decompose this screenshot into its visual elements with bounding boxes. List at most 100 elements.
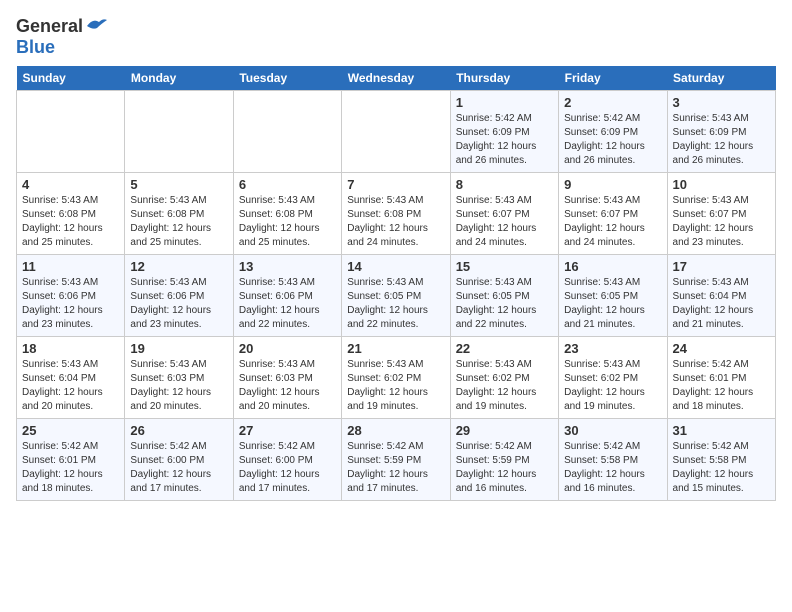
day-detail: Sunrise: 5:43 AMSunset: 6:08 PMDaylight:… bbox=[347, 194, 444, 250]
day-number: 9 bbox=[564, 177, 661, 192]
calendar-cell-2-7: 10 Sunrise: 5:43 AMSunset: 6:07 PMDayligh… bbox=[667, 173, 775, 255]
calendar-cell-1-5: 1Sunrise: 5:42 AMSunset: 6:09 PMDaylight… bbox=[450, 91, 558, 173]
calendar-cell-4-7: 24 Sunrise: 5:42 AMSunset: 6:01 PMDayligh… bbox=[667, 337, 775, 419]
day-detail: Sunrise: 5:42 AMSunset: 5:59 PMDaylight:… bbox=[347, 440, 444, 496]
day-number: 2 bbox=[564, 95, 661, 110]
day-number: 31 bbox=[673, 423, 770, 438]
day-number: 7 bbox=[347, 177, 444, 192]
calendar-cell-2-1: 4 Sunrise: 5:43 AMSunset: 6:08 PMDaylight… bbox=[17, 173, 125, 255]
calendar-cell-3-3: 13 Sunrise: 5:43 AMSunset: 6:06 PMDayligh… bbox=[233, 255, 341, 337]
logo-blue-text: Blue bbox=[16, 37, 55, 57]
day-number: 4 bbox=[22, 177, 119, 192]
weekday-header-saturday: Saturday bbox=[667, 66, 775, 91]
logo-general-text: General bbox=[16, 16, 83, 37]
day-number: 19 bbox=[130, 341, 227, 356]
day-detail: Sunrise: 5:43 AMSunset: 6:04 PMDaylight:… bbox=[673, 276, 770, 332]
weekday-header-tuesday: Tuesday bbox=[233, 66, 341, 91]
day-number: 5 bbox=[130, 177, 227, 192]
day-number: 13 bbox=[239, 259, 336, 274]
day-detail: Sunrise: 5:43 AMSunset: 6:06 PMDaylight:… bbox=[239, 276, 336, 332]
day-detail: Sunrise: 5:43 AMSunset: 6:05 PMDaylight:… bbox=[456, 276, 553, 332]
day-detail: Sunrise: 5:42 AMSunset: 6:09 PMDaylight:… bbox=[456, 112, 553, 168]
day-number: 3 bbox=[673, 95, 770, 110]
day-detail: Sunrise: 5:42 AMSunset: 6:01 PMDaylight:… bbox=[673, 358, 770, 414]
weekday-header-sunday: Sunday bbox=[17, 66, 125, 91]
calendar-cell-4-5: 22 Sunrise: 5:43 AMSunset: 6:02 PMDayligh… bbox=[450, 337, 558, 419]
calendar-week-3: 11 Sunrise: 5:43 AMSunset: 6:06 PMDayligh… bbox=[17, 255, 776, 337]
day-number: 11 bbox=[22, 259, 119, 274]
calendar-cell-3-4: 14Sunrise: 5:43 AMSunset: 6:05 PMDayligh… bbox=[342, 255, 450, 337]
calendar-cell-4-3: 20 Sunrise: 5:43 AMSunset: 6:03 PMDayligh… bbox=[233, 337, 341, 419]
calendar-cell-1-2 bbox=[125, 91, 233, 173]
day-detail: Sunrise: 5:43 AMSunset: 6:06 PMDaylight:… bbox=[22, 276, 119, 332]
calendar-cell-5-5: 29Sunrise: 5:42 AMSunset: 5:59 PMDayligh… bbox=[450, 419, 558, 501]
calendar-cell-5-6: 30 Sunrise: 5:42 AMSunset: 5:58 PMDayligh… bbox=[559, 419, 667, 501]
weekday-header-thursday: Thursday bbox=[450, 66, 558, 91]
day-number: 23 bbox=[564, 341, 661, 356]
calendar-cell-2-6: 9Sunrise: 5:43 AMSunset: 6:07 PMDaylight… bbox=[559, 173, 667, 255]
calendar-cell-4-1: 18Sunrise: 5:43 AMSunset: 6:04 PMDayligh… bbox=[17, 337, 125, 419]
day-detail: Sunrise: 5:42 AMSunset: 6:01 PMDaylight:… bbox=[22, 440, 119, 496]
calendar-cell-5-1: 25 Sunrise: 5:42 AMSunset: 6:01 PMDayligh… bbox=[17, 419, 125, 501]
calendar-cell-4-4: 21 Sunrise: 5:43 AMSunset: 6:02 PMDayligh… bbox=[342, 337, 450, 419]
day-number: 24 bbox=[673, 341, 770, 356]
calendar-cell-1-3 bbox=[233, 91, 341, 173]
day-number: 28 bbox=[347, 423, 444, 438]
day-number: 12 bbox=[130, 259, 227, 274]
day-number: 6 bbox=[239, 177, 336, 192]
day-detail: Sunrise: 5:43 AMSunset: 6:08 PMDaylight:… bbox=[22, 194, 119, 250]
day-detail: Sunrise: 5:42 AMSunset: 5:58 PMDaylight:… bbox=[673, 440, 770, 496]
calendar-cell-1-1 bbox=[17, 91, 125, 173]
day-number: 20 bbox=[239, 341, 336, 356]
page-header: General Blue bbox=[16, 16, 776, 58]
calendar-cell-5-3: 27 Sunrise: 5:42 AMSunset: 6:00 PMDayligh… bbox=[233, 419, 341, 501]
day-detail: Sunrise: 5:42 AMSunset: 6:00 PMDaylight:… bbox=[239, 440, 336, 496]
calendar-cell-3-2: 12 Sunrise: 5:43 AMSunset: 6:06 PMDayligh… bbox=[125, 255, 233, 337]
logo-bird-icon bbox=[85, 16, 109, 34]
calendar-header-row: SundayMondayTuesdayWednesdayThursdayFrid… bbox=[17, 66, 776, 91]
calendar-week-1: 1Sunrise: 5:42 AMSunset: 6:09 PMDaylight… bbox=[17, 91, 776, 173]
day-detail: Sunrise: 5:43 AMSunset: 6:07 PMDaylight:… bbox=[673, 194, 770, 250]
day-detail: Sunrise: 5:43 AMSunset: 6:03 PMDaylight:… bbox=[130, 358, 227, 414]
calendar-table: SundayMondayTuesdayWednesdayThursdayFrid… bbox=[16, 66, 776, 501]
weekday-header-wednesday: Wednesday bbox=[342, 66, 450, 91]
day-detail: Sunrise: 5:42 AMSunset: 6:00 PMDaylight:… bbox=[130, 440, 227, 496]
day-detail: Sunrise: 5:43 AMSunset: 6:08 PMDaylight:… bbox=[130, 194, 227, 250]
day-number: 10 bbox=[673, 177, 770, 192]
day-detail: Sunrise: 5:42 AMSunset: 6:09 PMDaylight:… bbox=[564, 112, 661, 168]
day-number: 27 bbox=[239, 423, 336, 438]
calendar-cell-4-6: 23Sunrise: 5:43 AMSunset: 6:02 PMDayligh… bbox=[559, 337, 667, 419]
calendar-cell-1-7: 3 Sunrise: 5:43 AMSunset: 6:09 PMDaylight… bbox=[667, 91, 775, 173]
calendar-cell-5-4: 28 Sunrise: 5:42 AMSunset: 5:59 PMDayligh… bbox=[342, 419, 450, 501]
calendar-week-4: 18Sunrise: 5:43 AMSunset: 6:04 PMDayligh… bbox=[17, 337, 776, 419]
day-detail: Sunrise: 5:43 AMSunset: 6:04 PMDaylight:… bbox=[22, 358, 119, 414]
day-number: 8 bbox=[456, 177, 553, 192]
day-detail: Sunrise: 5:43 AMSunset: 6:06 PMDaylight:… bbox=[130, 276, 227, 332]
day-detail: Sunrise: 5:43 AMSunset: 6:02 PMDaylight:… bbox=[347, 358, 444, 414]
day-detail: Sunrise: 5:42 AMSunset: 5:58 PMDaylight:… bbox=[564, 440, 661, 496]
day-number: 29 bbox=[456, 423, 553, 438]
day-detail: Sunrise: 5:43 AMSunset: 6:03 PMDaylight:… bbox=[239, 358, 336, 414]
day-number: 21 bbox=[347, 341, 444, 356]
calendar-week-5: 25 Sunrise: 5:42 AMSunset: 6:01 PMDayligh… bbox=[17, 419, 776, 501]
calendar-cell-2-5: 8Sunrise: 5:43 AMSunset: 6:07 PMDaylight… bbox=[450, 173, 558, 255]
day-number: 26 bbox=[130, 423, 227, 438]
calendar-cell-1-6: 2 Sunrise: 5:42 AMSunset: 6:09 PMDaylight… bbox=[559, 91, 667, 173]
calendar-week-2: 4 Sunrise: 5:43 AMSunset: 6:08 PMDaylight… bbox=[17, 173, 776, 255]
calendar-cell-4-2: 19 Sunrise: 5:43 AMSunset: 6:03 PMDayligh… bbox=[125, 337, 233, 419]
logo: General Blue bbox=[16, 16, 109, 58]
day-number: 22 bbox=[456, 341, 553, 356]
day-detail: Sunrise: 5:43 AMSunset: 6:09 PMDaylight:… bbox=[673, 112, 770, 168]
calendar-cell-2-2: 5 Sunrise: 5:43 AMSunset: 6:08 PMDaylight… bbox=[125, 173, 233, 255]
day-number: 30 bbox=[564, 423, 661, 438]
day-number: 17 bbox=[673, 259, 770, 274]
day-detail: Sunrise: 5:43 AMSunset: 6:02 PMDaylight:… bbox=[456, 358, 553, 414]
calendar-cell-2-4: 7 Sunrise: 5:43 AMSunset: 6:08 PMDaylight… bbox=[342, 173, 450, 255]
calendar-cell-1-4 bbox=[342, 91, 450, 173]
calendar-cell-3-6: 16 Sunrise: 5:43 AMSunset: 6:05 PMDayligh… bbox=[559, 255, 667, 337]
day-number: 16 bbox=[564, 259, 661, 274]
calendar-cell-5-7: 31 Sunrise: 5:42 AMSunset: 5:58 PMDayligh… bbox=[667, 419, 775, 501]
calendar-cell-3-7: 17 Sunrise: 5:43 AMSunset: 6:04 PMDayligh… bbox=[667, 255, 775, 337]
day-number: 25 bbox=[22, 423, 119, 438]
day-detail: Sunrise: 5:43 AMSunset: 6:05 PMDaylight:… bbox=[564, 276, 661, 332]
